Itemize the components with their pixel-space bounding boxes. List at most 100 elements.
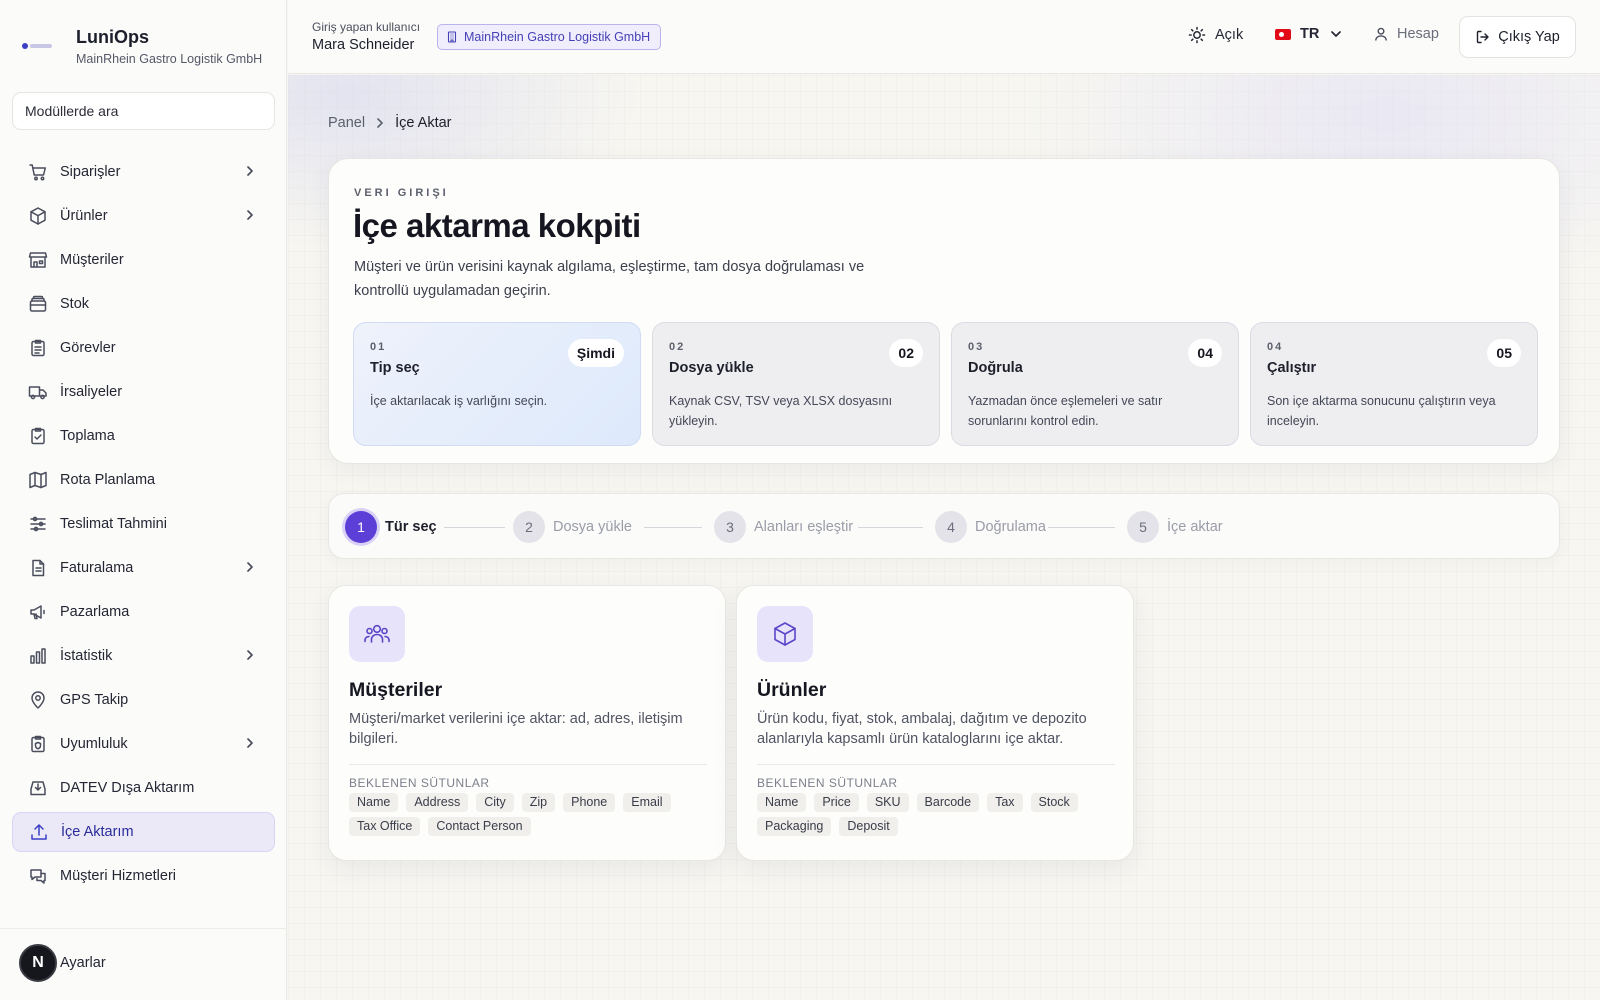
entity-card[interactable]: Ürünler Ürün kodu, fiyat, stok, ambalaj, … bbox=[736, 585, 1134, 861]
step-number: 03 bbox=[968, 341, 985, 353]
divider bbox=[757, 764, 1115, 765]
sidebar-item-label: Uyumluluk bbox=[60, 736, 128, 752]
step-badge: Şimdi bbox=[567, 339, 624, 367]
chevron-right-icon bbox=[373, 116, 387, 130]
column-chip: Tax bbox=[987, 793, 1023, 812]
column-chip: Contact Person bbox=[428, 817, 531, 836]
step-description: Kaynak CSV, TSV veya XLSX dosyasını yükl… bbox=[669, 394, 893, 428]
entity-description: Müşteri/market verilerini içe aktar: ad,… bbox=[349, 711, 683, 747]
chevron-right-icon[interactable] bbox=[243, 648, 257, 662]
account-link[interactable]: Hesap bbox=[1373, 26, 1439, 42]
logout-label: Çıkış Yap bbox=[1498, 29, 1560, 45]
theme-label: Açık bbox=[1215, 27, 1244, 43]
sidebar-item-r-nler[interactable]: Ürünler bbox=[12, 196, 275, 236]
box-icon bbox=[28, 206, 48, 226]
sidebar-item-g-revler[interactable]: Görevler bbox=[12, 328, 275, 368]
step-index: 5 bbox=[1127, 511, 1159, 543]
sidebar-item-label: Ürünler bbox=[60, 208, 108, 224]
store-icon bbox=[28, 250, 48, 270]
sidebar-item-label: Pazarlama bbox=[60, 604, 130, 620]
chevron-down-icon bbox=[1329, 27, 1343, 41]
bar-chart-icon bbox=[28, 646, 48, 666]
sidebar-item-rota-planlama[interactable]: Rota Planlama bbox=[12, 460, 275, 500]
step-card[interactable]: 02 Dosya yükle Kaynak CSV, TSV veya XLSX d… bbox=[652, 322, 940, 446]
upload-icon bbox=[29, 822, 49, 842]
stepper-step[interactable]: 2 Dosya yükle bbox=[513, 511, 632, 543]
sidebar-item-gps-takip[interactable]: GPS Takip bbox=[12, 680, 275, 720]
megaphone-icon bbox=[28, 602, 48, 622]
brand-name: LuniOps bbox=[76, 27, 149, 47]
sidebar-item-uyumluluk[interactable]: Uyumluluk bbox=[12, 724, 275, 764]
chevron-right-icon[interactable] bbox=[243, 164, 257, 178]
sidebar-item-toplama[interactable]: Toplama bbox=[12, 416, 275, 456]
step-label: Doğrulama bbox=[975, 519, 1046, 535]
settings-link[interactable]: Ayarlar bbox=[60, 955, 106, 971]
column-chip: Stock bbox=[1030, 793, 1078, 812]
column-chip: Packaging bbox=[757, 817, 832, 836]
stepper-connector bbox=[444, 527, 505, 528]
sidebar-item-teslimat-tahmini[interactable]: Teslimat Tahmini bbox=[12, 504, 275, 544]
step-label: İçe aktar bbox=[1167, 519, 1223, 535]
stepper-step[interactable]: 4 Doğrulama bbox=[935, 511, 1046, 543]
column-chip: Name bbox=[349, 793, 399, 812]
step-title: Tip seç bbox=[370, 360, 420, 376]
theme-toggle[interactable]: Açık bbox=[1188, 26, 1243, 44]
step-badge: 02 bbox=[889, 339, 923, 367]
step-number: 04 bbox=[1267, 341, 1284, 353]
step-card[interactable]: 04 Çalıştır Son içe aktarma sonucunu çalış… bbox=[1250, 322, 1538, 446]
chevron-right-icon[interactable] bbox=[243, 736, 257, 750]
avatar[interactable]: N bbox=[19, 944, 57, 982]
chat-icon bbox=[28, 866, 48, 886]
module-search-input[interactable]: Modüllerde ara bbox=[12, 92, 275, 130]
sidebar-item-i-rsaliyeler[interactable]: İrsaliyeler bbox=[12, 372, 275, 412]
brand[interactable]: LuniOps MainRhein Gastro Logistik GmbH bbox=[20, 26, 262, 66]
expected-columns-label: BEKLENEN SÜTUNLAR bbox=[757, 776, 898, 790]
column-chip: Tax Office bbox=[349, 817, 421, 836]
process-steps: 01 Tip seç İçe aktarılacak iş varlığını se… bbox=[353, 322, 1549, 446]
logout-button[interactable]: Çıkış Yap bbox=[1459, 16, 1576, 58]
chevron-right-icon[interactable] bbox=[243, 560, 257, 574]
entity-card[interactable]: Müşteriler Müşteri/market verilerini içe … bbox=[328, 585, 726, 861]
map-icon bbox=[28, 470, 48, 490]
column-chip: Zip bbox=[521, 793, 556, 812]
column-chip: City bbox=[476, 793, 514, 812]
stepper-connector bbox=[644, 527, 702, 528]
step-card[interactable]: 03 Doğrula Yazmadan önce eşlemeleri ve sat… bbox=[951, 322, 1239, 446]
step-index: 3 bbox=[714, 511, 746, 543]
sidebar-item-datev-d-a-aktar-m[interactable]: DATEV Dışa Aktarım bbox=[12, 768, 275, 808]
breadcrumb-home[interactable]: Panel bbox=[328, 115, 365, 131]
sidebar-item-pazarlama[interactable]: Pazarlama bbox=[12, 592, 275, 632]
column-chip: Phone bbox=[563, 793, 616, 812]
step-badge: 05 bbox=[1487, 339, 1521, 367]
column-chip: Address bbox=[406, 793, 469, 812]
breadcrumb-current: İçe Aktar bbox=[395, 115, 452, 131]
sidebar-item-label: İstatistik bbox=[60, 648, 113, 664]
step-title: Doğrula bbox=[968, 360, 1023, 376]
user-caption: Giriş yapan kullanıcı bbox=[312, 20, 421, 34]
sidebar-item-i-statistik[interactable]: İstatistik bbox=[12, 636, 275, 676]
tray-download-icon bbox=[28, 778, 48, 798]
sidebar-item-m-teri-hizmetleri[interactable]: Müşteri Hizmetleri bbox=[12, 856, 275, 896]
sidebar-item-label: Siparişler bbox=[60, 164, 121, 180]
cart-icon bbox=[28, 162, 48, 182]
chevron-right-icon[interactable] bbox=[243, 208, 257, 222]
sidebar-item-label: DATEV Dışa Aktarım bbox=[60, 780, 195, 796]
stepper-step[interactable]: 3 Alanları eşleştir bbox=[714, 511, 853, 543]
column-chip: Email bbox=[623, 793, 671, 812]
user-name: Mara Schneider bbox=[312, 37, 415, 53]
sun-icon bbox=[1188, 26, 1206, 44]
stepper-step[interactable]: 1 Tür seç bbox=[345, 511, 437, 543]
step-description: Son içe aktarma sonucunu çalıştırın veya… bbox=[1267, 394, 1496, 428]
language-select[interactable]: TR bbox=[1275, 26, 1343, 42]
sidebar-item-sipari-ler[interactable]: Siparişler bbox=[12, 152, 275, 192]
sidebar-item-m-teriler[interactable]: Müşteriler bbox=[12, 240, 275, 280]
step-card[interactable]: 01 Tip seç İçe aktarılacak iş varlığını se… bbox=[353, 322, 641, 446]
stepper-step[interactable]: 5 İçe aktar bbox=[1127, 511, 1223, 543]
step-index: 1 bbox=[345, 511, 377, 543]
sidebar-item-faturalama[interactable]: Faturalama bbox=[12, 548, 275, 588]
sidebar-item-label: Teslimat Tahmini bbox=[60, 516, 167, 532]
sidebar-item-stok[interactable]: Stok bbox=[12, 284, 275, 324]
brand-logo-icon bbox=[20, 28, 56, 64]
clipboard-check-icon bbox=[28, 426, 48, 446]
sidebar-item-i-e-aktar-m[interactable]: İçe Aktarım bbox=[12, 812, 275, 852]
